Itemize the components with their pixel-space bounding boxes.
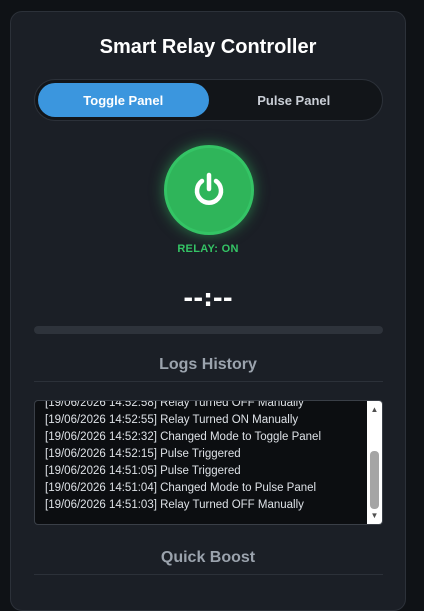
quick-boost-divider bbox=[34, 574, 383, 575]
quick-boost-heading: Quick Boost bbox=[160, 549, 256, 566]
log-entry: [19/06/2026 14:52:32] Changed Mode to To… bbox=[45, 431, 322, 443]
logs-divider bbox=[34, 381, 383, 382]
tab-toggle-panel[interactable]: Toggle Panel bbox=[38, 83, 209, 117]
scroll-down-icon[interactable]: ▼ bbox=[367, 509, 382, 522]
log-entry: [19/06/2026 14:52:15] Pulse Triggered bbox=[45, 448, 241, 460]
log-list: [19/06/2026 14:52:58] Relay Turned OFF M… bbox=[45, 400, 364, 514]
log-entry: [19/06/2026 14:51:04] Changed Mode to Pu… bbox=[45, 482, 317, 494]
controller-card: Smart Relay Controller Toggle Panel Puls… bbox=[10, 11, 406, 611]
relay-status: RELAY: ON bbox=[177, 243, 239, 255]
log-entry: [19/06/2026 14:52:55] Relay Turned ON Ma… bbox=[45, 414, 299, 426]
log-entry: [19/06/2026 14:51:03] Relay Turned OFF M… bbox=[45, 499, 304, 511]
scroll-up-icon[interactable]: ▲ bbox=[367, 403, 382, 416]
tab-pulse-panel[interactable]: Pulse Panel bbox=[209, 83, 380, 117]
timer-progress-bar bbox=[34, 326, 383, 334]
page-title: Smart Relay Controller bbox=[99, 36, 317, 58]
power-button[interactable] bbox=[164, 145, 254, 235]
power-icon bbox=[194, 172, 224, 205]
log-entry: [19/06/2026 14:51:05] Pulse Triggered bbox=[45, 465, 241, 477]
logs-heading: Logs History bbox=[159, 356, 257, 373]
timer-display: --:-- bbox=[183, 284, 233, 312]
log-entry: [19/06/2026 14:52:58] Relay Turned OFF M… bbox=[45, 400, 304, 409]
scroll-thumb[interactable] bbox=[370, 451, 379, 509]
logs-box[interactable]: [19/06/2026 14:52:58] Relay Turned OFF M… bbox=[34, 400, 383, 525]
mode-tabs: Toggle Panel Pulse Panel bbox=[34, 79, 383, 121]
logs-scrollbar[interactable]: ▲ ▼ bbox=[367, 401, 382, 524]
